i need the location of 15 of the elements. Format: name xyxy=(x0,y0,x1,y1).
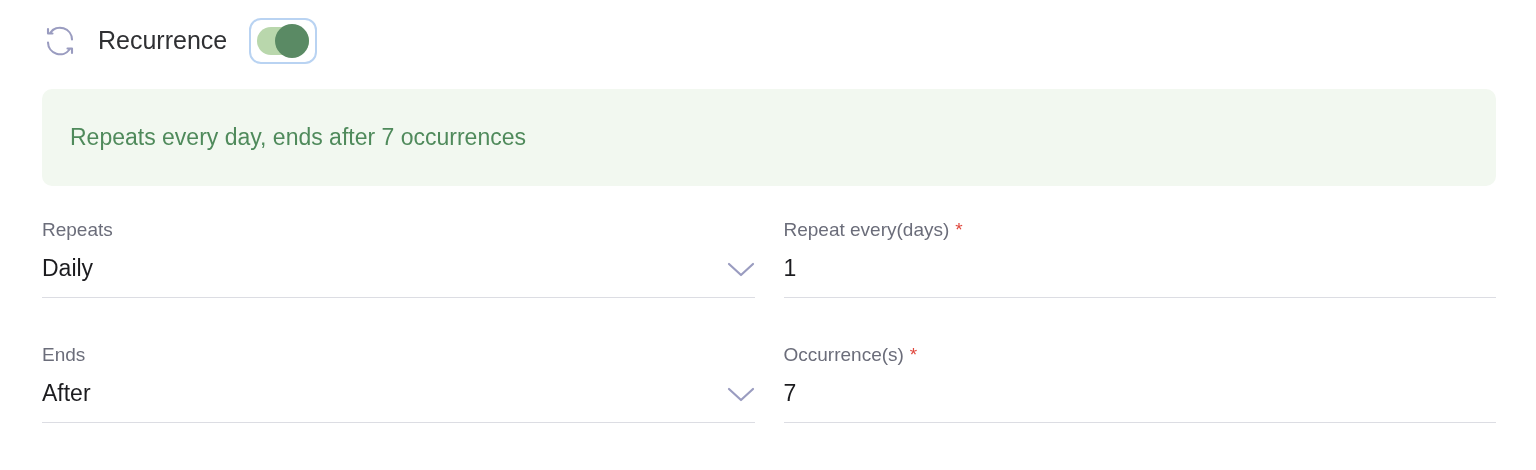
dropdown[interactable]: After xyxy=(42,377,755,423)
field-label: Repeat every(days) xyxy=(783,217,950,242)
field-label: Repeats xyxy=(42,217,113,242)
required-mark: * xyxy=(955,217,963,242)
toggle-switch[interactable] xyxy=(249,18,318,64)
chevron-down-icon xyxy=(726,260,755,277)
section-title: Recurrence xyxy=(98,25,228,57)
chevron-down-icon xyxy=(726,385,755,402)
dropdown[interactable]: Daily xyxy=(42,252,755,298)
field-label: Ends xyxy=(42,342,86,367)
input-field[interactable]: 1 xyxy=(783,252,1496,298)
summary-text: Repeats every day, ends after 7 occurrences xyxy=(70,123,526,153)
input-field[interactable]: 7 xyxy=(783,377,1496,423)
required-mark: * xyxy=(909,342,918,367)
field-label: Occurrence(s) xyxy=(783,342,904,367)
